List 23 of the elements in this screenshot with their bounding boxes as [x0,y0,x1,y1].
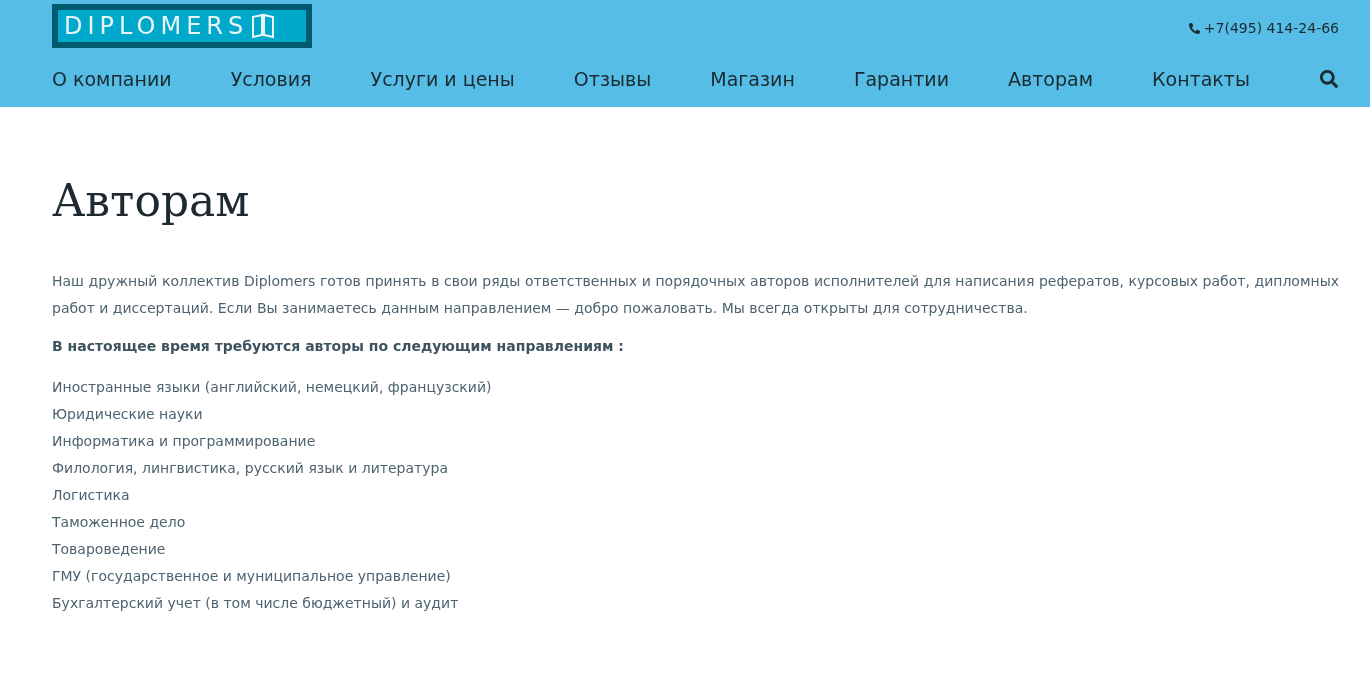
direction-item: ГМУ (государственное и муниципальное управление) [52,567,452,586]
nav-link[interactable]: Контакты [1152,65,1250,94]
section-subheading: В настоящее время требуются авторы по следующим направлениям : [52,337,625,356]
direction-item: Товароведение [52,540,167,559]
direction-item: Таможенное дело [52,513,187,532]
nav-link[interactable]: Магазин [710,65,795,94]
direction-item: Юридические науки [52,405,204,424]
book-icon [251,13,276,39]
phone-icon [1188,23,1200,34]
nav-link[interactable]: Услуги и цены [370,65,515,94]
phone-number: +7(495) 414-24-66 [1203,19,1339,38]
page-title: Авторам [52,174,251,228]
direction-item: Логистика [52,486,131,505]
direction-item: Бухгалтерский учет (в том числе бюджетный) и аудит [52,594,460,613]
nav-link[interactable]: Отзывы [573,65,652,94]
direction-item: Иностранные языки (английский, немецкий, французский) [52,378,493,397]
nav-link[interactable]: Условия [230,65,312,94]
intro-paragraph: Наш дружный коллектив Diplomers готов принять в свои ряды ответственных и порядочных авторов исполнителей для написания рефератов, курсовых работ, дипломных работ и диссертаций. Если Вы занимаетесь данным направлением — добро пожаловать. Мы всегда открыты для сотрудничества. [52,272,1339,318]
nav-link[interactable]: О компании [52,65,172,94]
direction-item: Информатика и программирование [52,432,317,451]
direction-item: Филология, лингвистика, русский язык и литература [52,459,449,478]
nav-link[interactable]: Авторам [1008,65,1094,94]
nav-link[interactable]: Гарантии [853,65,949,94]
